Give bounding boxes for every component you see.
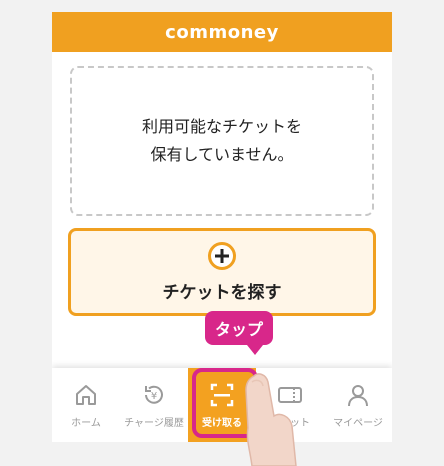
ticket-icon — [278, 386, 302, 403]
bottom-tab-bar: ホーム ¥ チャージ履歴 受け取る チケット マイページ — [52, 368, 392, 442]
tab-ticket[interactable]: チケット — [256, 368, 324, 442]
find-ticket-label: チケットを探す — [162, 282, 282, 303]
tap-callout-text: タップ — [214, 320, 263, 339]
svg-text:¥: ¥ — [151, 391, 157, 402]
tab-mypage-label: マイページ — [333, 417, 383, 429]
empty-ticket-box: 利用可能なチケットを 保有していません。 — [70, 66, 374, 216]
app-logo: commoney — [165, 21, 279, 43]
tab-charge-history[interactable]: ¥ チャージ履歴 — [120, 368, 188, 442]
tab-mypage[interactable]: マイページ — [324, 368, 392, 442]
scan-icon — [210, 383, 234, 406]
tab-receive-label: 受け取る — [202, 417, 242, 429]
plus-circle-icon — [208, 241, 236, 270]
user-icon — [348, 384, 368, 406]
app-header: commoney — [52, 12, 392, 52]
tab-charge-history-label: チャージ履歴 — [124, 417, 184, 429]
empty-ticket-message: 利用可能なチケットを 保有していません。 — [142, 113, 302, 169]
tab-home-label: ホーム — [71, 417, 101, 429]
home-icon — [76, 384, 96, 405]
tab-ticket-label: チケット — [270, 417, 310, 429]
app-screen: commoney 利用可能なチケットを 保有していません。 チケットを探す ホー… — [52, 12, 392, 442]
empty-message-line-1: 利用可能なチケットを — [141, 117, 302, 136]
find-ticket-button[interactable]: チケットを探す — [68, 228, 376, 316]
tab-receive[interactable]: 受け取る — [188, 368, 256, 442]
tab-home[interactable]: ホーム — [52, 368, 120, 442]
empty-message-line-2: 保有していません。 — [150, 145, 294, 164]
charge-history-icon: ¥ — [145, 385, 163, 404]
tap-callout: タップ — [205, 311, 273, 355]
